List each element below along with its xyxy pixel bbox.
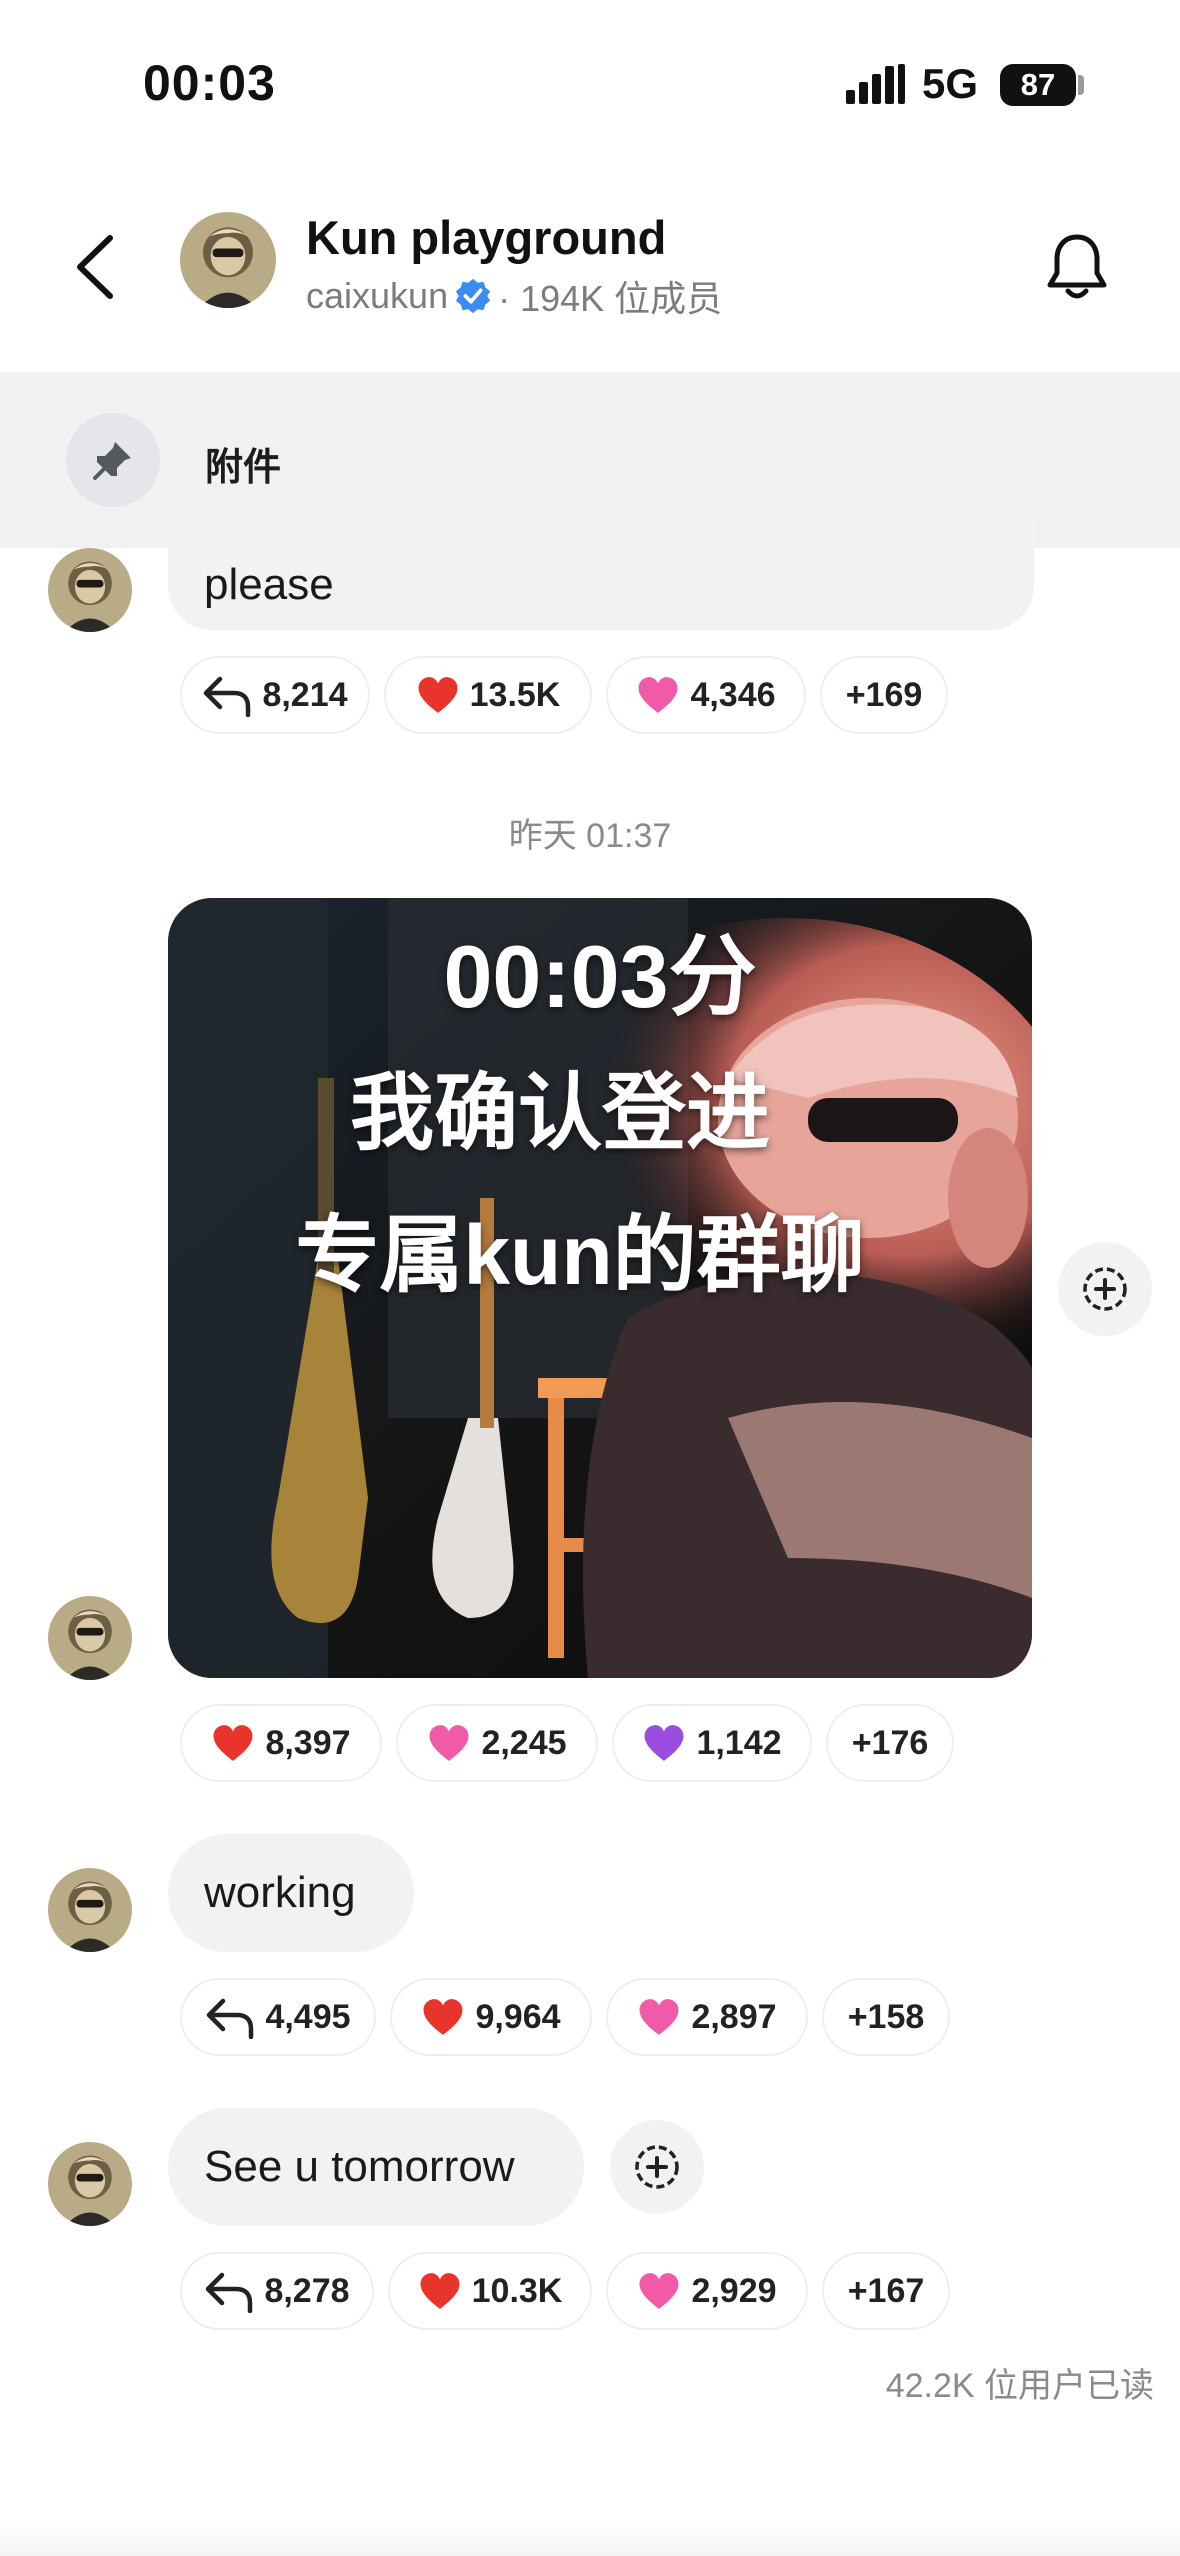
reaction-count: 10.3K [471,2271,563,2310]
message-text: working [204,1868,356,1917]
reply-icon [204,676,251,717]
status-time: 00:03 [143,55,276,111]
reaction-count: 2,245 [481,1723,567,1762]
reaction-count: +176 [851,1723,929,1762]
red-heart-icon [418,677,458,713]
reaction-count: 8,397 [265,1723,351,1762]
pinned-label: 附件 [205,447,282,489]
image-caption-line: 专属kun的群聊 [295,1208,865,1302]
more-reactions-chip[interactable]: +169 [820,656,948,734]
chevron-left-icon [77,235,113,299]
channel-subtitle[interactable]: caixukun · 194K 位成员 [306,270,722,322]
reply-count-chip[interactable]: 4,495 [180,1978,376,2056]
pink-heart-icon [429,1725,469,1761]
verified-badge-icon [455,278,491,314]
reaction-count: 1,142 [696,1723,782,1762]
signal-icon [846,64,905,104]
reaction-chip[interactable]: 10.3K [388,2252,592,2330]
reaction-count: 8,278 [264,2271,350,2310]
reply-count-chip[interactable]: 8,214 [180,656,370,734]
notifications-button[interactable] [1040,222,1114,312]
bell-icon [1047,234,1107,299]
image-caption-line: 我确认登进 [349,1066,770,1160]
channel-title[interactable]: Kun playground [306,210,666,265]
reaction-count: 13.5K [469,675,561,714]
message-bubble[interactable]: See u tomorrow [168,2108,584,2226]
back-button[interactable] [60,222,130,312]
image-caption-line: 00:03分 [443,927,757,1026]
reaction-chip[interactable]: 13.5K [384,656,592,734]
reply-icon [206,2272,253,2313]
message-bubble[interactable]: please [168,520,1034,630]
network-type: 5G [922,60,979,107]
reaction-chip[interactable]: 4,346 [606,656,806,734]
reaction-row: 8,278 10.3K 2,929 +167 [180,2252,950,2330]
member-count: · 194K 位成员 [498,278,723,319]
reaction-chip[interactable]: 1,142 [612,1704,812,1782]
reaction-count: 2,929 [691,2271,777,2310]
reaction-count: 8,214 [262,675,348,714]
sender-avatar[interactable] [48,1596,132,1680]
reaction-chip[interactable]: 2,245 [396,1704,598,1782]
reaction-row: 8,397 2,245 1,142 +176 [180,1704,954,1782]
date-separator: 昨天 01:37 [508,817,672,855]
pin-icon [93,442,131,480]
reaction-count: +169 [845,675,923,714]
sender-avatar[interactable] [48,548,132,632]
more-reactions-chip[interactable]: +176 [826,1704,954,1782]
message-text: please [204,560,334,609]
pin-button[interactable] [66,413,160,507]
more-reactions-chip[interactable]: +158 [822,1978,950,2056]
status-bar: 00:03 5G 87 [0,0,1180,170]
pink-heart-icon [638,677,678,713]
reaction-count: 2,897 [691,1997,777,2036]
reply-icon [207,1998,254,2039]
add-reaction-button[interactable] [610,2120,704,2214]
message-text: See u tomorrow [204,2142,515,2191]
owner-name: caixukun [306,275,449,316]
reply-count-chip[interactable]: 8,278 [180,2252,374,2330]
reaction-chip[interactable]: 9,964 [390,1978,592,2056]
reaction-count: 4,346 [690,675,776,714]
reaction-chip[interactable]: 2,897 [606,1978,808,2056]
reaction-count: +158 [847,1997,925,2036]
add-reaction-icon [1083,1267,1127,1311]
more-reactions-chip[interactable]: +167 [822,2252,950,2330]
sender-avatar[interactable] [48,2142,132,2226]
image-message[interactable]: 00:03分 我确认登进 专属kun的群聊 [168,898,1032,1678]
red-heart-icon [420,2273,460,2309]
battery-icon [1078,75,1084,95]
reaction-chip[interactable]: 2,929 [606,2252,808,2330]
channel-avatar[interactable] [180,212,276,308]
purple-heart-icon [644,1725,684,1761]
chat-header: Kun playground caixukun · 194K 位成员 [0,170,1180,370]
pink-heart-icon [639,2273,679,2309]
reaction-count: 9,964 [475,1997,561,2036]
red-heart-icon [423,1999,463,2035]
add-reaction-button[interactable] [1058,1242,1152,1336]
add-reaction-icon [635,2145,679,2189]
reaction-row: 4,495 9,964 2,897 +158 [180,1978,950,2056]
sender-avatar[interactable] [48,1868,132,1952]
reaction-count: 4,495 [265,1997,351,2036]
pink-heart-icon [639,1999,679,2035]
battery-level: 87 [1000,64,1076,106]
bottom-fade [0,2520,1180,2556]
read-receipt: 42.2K 位用户已读 [885,2367,1154,2405]
reaction-row: 8,214 13.5K 4,346 +169 [180,656,948,734]
message-bubble[interactable]: working [168,1834,414,1952]
red-heart-icon [213,1725,253,1761]
reaction-chip[interactable]: 8,397 [180,1704,382,1782]
reaction-count: +167 [847,2271,925,2310]
